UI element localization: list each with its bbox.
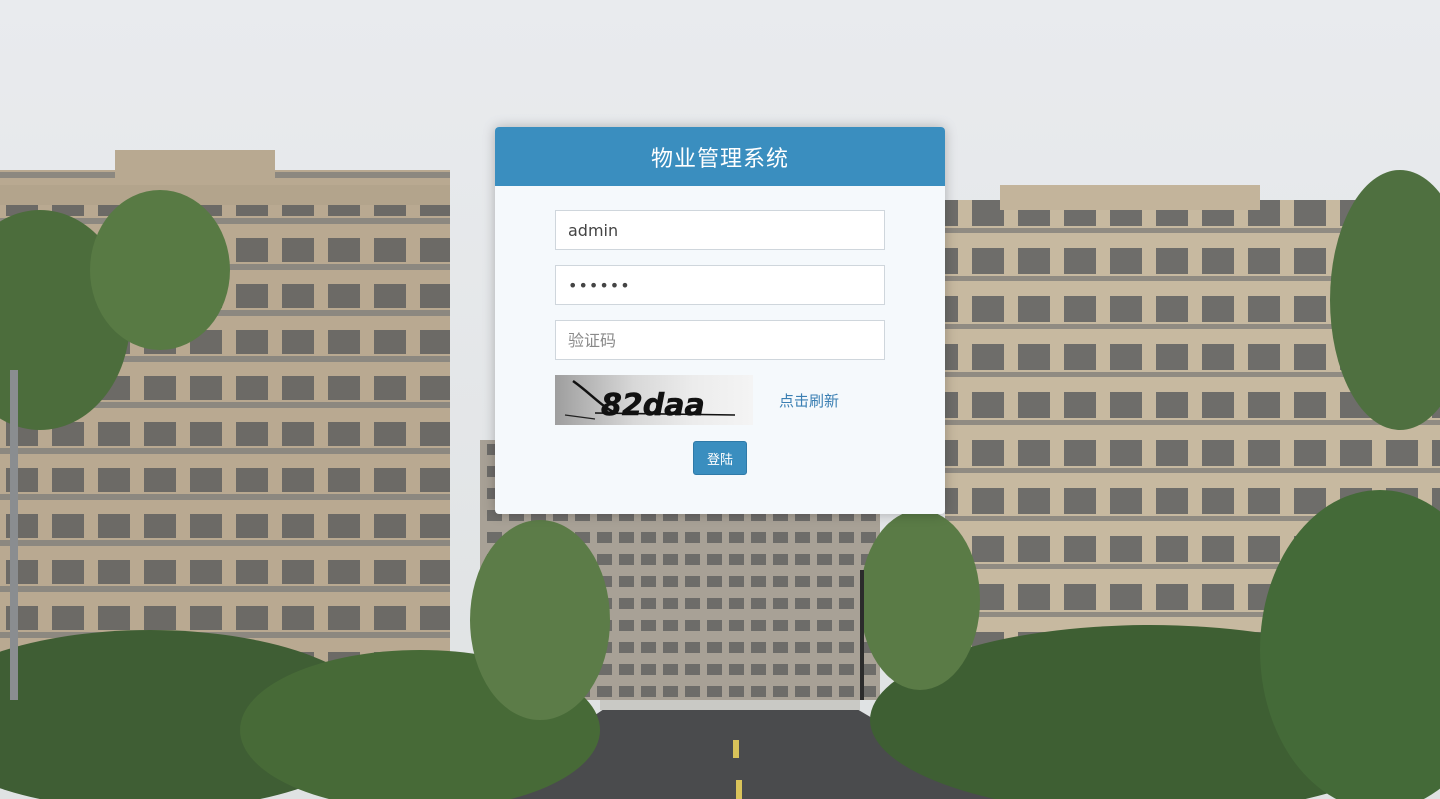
- login-header: 物业管理系统: [495, 127, 945, 186]
- login-button[interactable]: 登陆: [693, 441, 747, 475]
- username-input[interactable]: [555, 210, 885, 250]
- captcha-image[interactable]: 82daa: [555, 375, 753, 425]
- password-input[interactable]: [555, 265, 885, 305]
- page-title: 物业管理系统: [650, 146, 789, 172]
- captcha-text: 82daa: [601, 388, 705, 423]
- captcha-input[interactable]: [555, 320, 885, 360]
- refresh-captcha-link[interactable]: 点击刷新: [779, 390, 839, 411]
- login-card: 物业管理系统 82daa 点击刷新 登陆: [495, 127, 945, 514]
